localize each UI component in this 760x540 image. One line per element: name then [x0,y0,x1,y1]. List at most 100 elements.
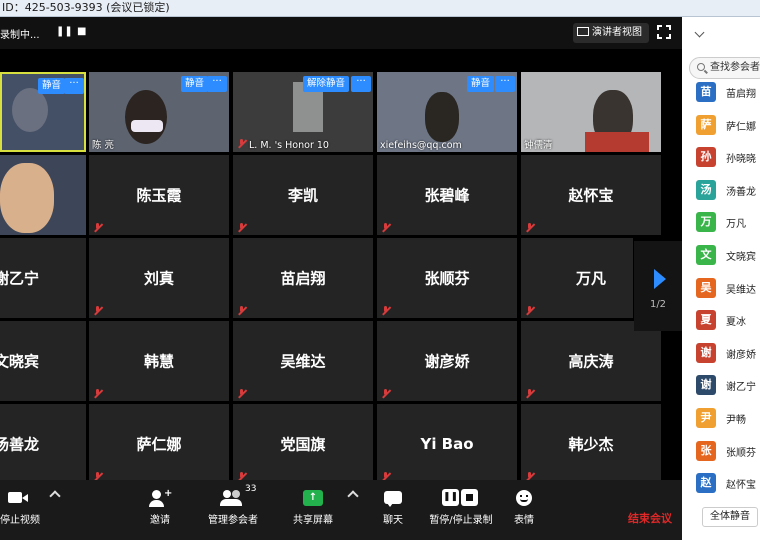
muted-mic-icon [93,389,102,398]
participant-name: 汤善龙 [0,435,40,454]
participant-name: 韩少杰 [568,435,614,454]
mute-button[interactable]: 静音 [181,76,209,92]
participant-tile[interactable]: Yi Bao [377,404,517,484]
video-tile-partial[interactable] [0,155,86,235]
fullscreen-icon[interactable] [657,25,671,39]
participant-tile[interactable]: 苗启翔 [233,238,373,318]
more-options-button[interactable]: ··· [207,76,227,92]
mute-all-button[interactable]: 全体静音 [702,507,758,527]
pause-stop-recording-label: 暂停/停止录制 [429,515,493,526]
invite-button[interactable]: + 邀请 [140,488,180,526]
next-page-button[interactable]: 1/2 [634,241,682,331]
stop-video-label: 停止视频 [0,515,40,526]
participant-tile[interactable]: 党国旗 [233,404,373,484]
participant-tile[interactable]: 韩少杰 [521,404,661,484]
reactions-button[interactable]: 表情 [512,488,536,526]
video-tile-active-speaker[interactable]: 静音 ··· [0,72,86,152]
unmute-button[interactable]: 解除静音 [303,76,350,92]
participant-name: 刘真 [143,269,174,288]
participant-tile[interactable]: 张碧峰 [377,155,517,235]
avatar: 尹 [696,408,716,428]
recording-status: 录制中... [0,30,40,41]
avatar: 谢 [696,342,716,363]
search-icon [697,63,705,71]
avatar: 吴 [696,277,716,298]
meeting-toolbar: 停止视频 + 邀请 33 管理参会者 ↑ 共享屏幕 聊天 ❚❚ 暂停/停止录制 … [0,480,682,540]
avatar: 孙 [696,147,716,168]
participant-tile[interactable]: 陈玉霞 [89,155,229,235]
participant-video-image [0,163,54,233]
end-meeting-button[interactable]: 结束会议 [628,510,672,526]
participant-list-name: 苗启翔 [726,89,756,100]
participant-list-name: 萨仁娜 [726,121,756,133]
muted-mic-icon [525,223,534,232]
speaker-view-label: 演讲者视图 [592,27,642,38]
participant-tile[interactable]: 万凡 [521,238,633,318]
participant-list-name: 吴维达 [726,284,756,296]
search-participants-input[interactable]: 查找参会者 [689,57,760,79]
top-bar: 录制中... ❚❚ ■ 演讲者视图 [0,17,682,49]
chat-label: 聊天 [383,515,403,526]
participant-name-label: xiefeihs@qq.com [380,140,462,151]
participant-video-image [425,92,459,142]
participant-list-name: 谢彦娇 [726,349,756,361]
participants-icon: 33 [205,484,261,508]
participant-tile[interactable]: 吴维达 [233,321,373,401]
more-options-button[interactable]: ··· [64,78,84,94]
face-mask-shape [131,120,163,132]
search-placeholder: 查找参会者 [710,62,760,73]
stop-video-button[interactable]: 停止视频 [0,488,40,526]
participant-list-name: 万凡 [726,219,746,231]
participant-tile[interactable]: 刘真 [89,238,229,318]
reactions-label: 表情 [514,515,534,526]
share-screen-label: 共享屏幕 [293,515,333,526]
participant-list-name: 汤善龙 [726,186,756,198]
pause-recording-icon[interactable]: ❚❚ [56,26,73,37]
chat-button[interactable]: 聊天 [378,488,408,526]
stop-recording-icon[interactable]: ■ [77,26,86,37]
share-screen-button[interactable]: ↑ 共享屏幕 [291,488,335,526]
participant-name-label: 陈 亮 [92,140,115,151]
participant-tile[interactable]: 赵怀宝 [521,155,661,235]
mute-button[interactable]: 静音 [38,78,66,94]
muted-mic-icon [525,389,534,398]
video-tile-honor10[interactable]: 解除静音 ··· L. M. 's Honor 10 [233,72,373,152]
participant-tile[interactable]: 谢乙宁 [0,238,86,318]
participant-tile[interactable]: 韩慧 [89,321,229,401]
participant-name: 张碧峰 [424,186,470,205]
chevron-down-icon[interactable] [694,27,705,38]
participant-tile[interactable]: 张顺芬 [377,238,517,318]
muted-mic-icon [237,139,246,148]
mute-button[interactable]: 静音 [467,76,495,92]
more-options-button[interactable]: ··· [351,76,371,92]
pause-stop-recording-button[interactable]: ❚❚ 暂停/停止录制 [428,488,494,526]
video-options-chevron-icon[interactable] [49,490,61,502]
muted-mic-icon [93,306,102,315]
avatar: 张 [696,440,716,461]
meeting-main-area: 录制中... ❚❚ ■ 演讲者视图 静音 ··· 静音 ··· 陈 亮 解除静音… [0,17,682,540]
video-tile-chen-liang[interactable]: 静音 ··· 陈 亮 [89,72,229,152]
participant-tile[interactable]: 汤善龙 [0,404,86,484]
participant-name-label: L. M. 's Honor 10 [249,140,329,151]
video-tile-xiefeihs[interactable]: 静音 ··· xiefeihs@qq.com [377,72,517,152]
record-controls-icon: ❚❚ [428,488,494,508]
participant-name: Yi Bao [420,435,474,453]
participant-name-label: 钟儒清 [524,140,553,151]
more-options-button[interactable]: ··· [495,76,515,92]
video-tile-zhong-ruqing[interactable]: 钟儒清 [521,72,661,152]
manage-participants-button[interactable]: 33 管理参会者 [205,484,261,526]
participant-tile[interactable]: 高庆涛 [521,321,661,401]
participant-tile[interactable]: 文晓宾 [0,321,86,401]
participant-tile[interactable]: 李凯 [233,155,373,235]
participant-tile[interactable]: 萨仁娜 [89,404,229,484]
shirt-shape [585,132,649,152]
avatar: 万 [696,212,716,233]
participant-tile[interactable]: 谢彦娇 [377,321,517,401]
share-options-chevron-icon[interactable] [347,490,359,502]
chevron-right-icon [654,269,666,289]
participant-list-name: 孙晓晓 [726,154,756,166]
speaker-view-button[interactable]: 演讲者视图 [573,23,649,43]
muted-mic-icon [237,223,246,232]
participant-name: 韩慧 [143,352,174,371]
avatar: 汤 [696,179,716,200]
